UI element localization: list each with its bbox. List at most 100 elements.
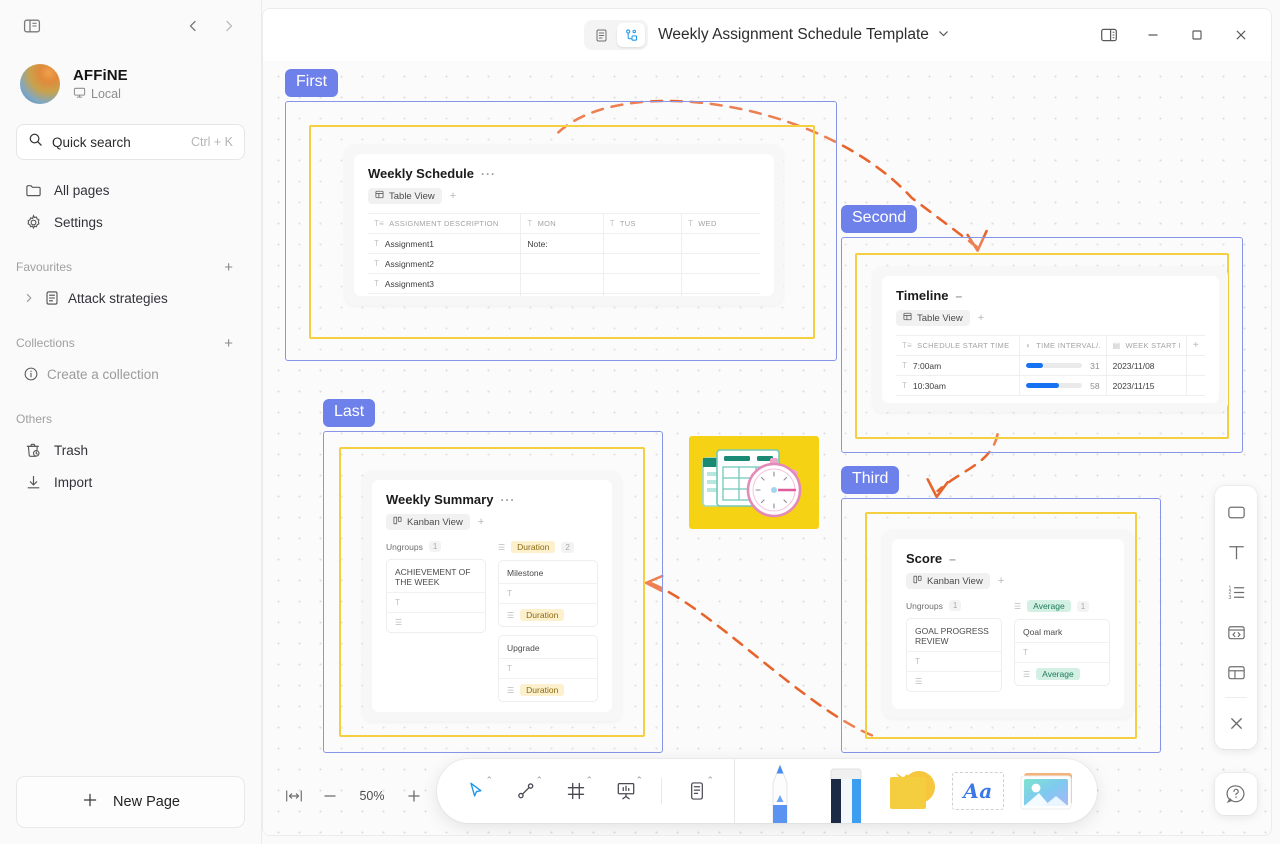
capital-T-icon[interactable]	[1220, 533, 1252, 571]
cell-wed[interactable]	[681, 253, 760, 274]
weekly-schedule-more-icon[interactable]: ···	[481, 168, 496, 180]
chevron-down-icon[interactable]	[937, 27, 950, 43]
column-time-interval[interactable]: ◐ TIME INTERVAL/...	[1019, 335, 1107, 356]
help-button[interactable]	[1215, 773, 1257, 815]
table-row[interactable]: T 10:30am 58 2023/11/15	[896, 375, 1205, 396]
timeline-table-view-tab[interactable]: Table View	[896, 310, 970, 326]
timeline-database[interactable]: Timeline – Table View + T≡ SCHEDULE STAR…	[873, 267, 1228, 412]
kanban-card-text-row[interactable]: T	[499, 583, 597, 603]
kanban-card-text-row[interactable]: T	[499, 658, 597, 678]
kanban-card[interactable]: Upgrade T ☰ Duration	[498, 635, 598, 702]
note-tool-caret[interactable]: ⌃	[706, 775, 714, 786]
cell-mon[interactable]	[520, 293, 604, 296]
table-row[interactable]: T Assignment1 Note:	[368, 233, 760, 254]
cell-tus[interactable]	[603, 253, 683, 274]
zoom-in-button[interactable]	[403, 785, 425, 807]
frame-third[interactable]: Third Score – Kanban View + Ungroups 1 G…	[841, 466, 1161, 753]
kanban-card-tag-row[interactable]: ☰ Average	[1015, 662, 1109, 685]
chevron-right-icon[interactable]	[22, 293, 36, 303]
sidebar-item-attack-strategies[interactable]: Attack strategies	[16, 282, 245, 314]
text-tool[interactable]: Aa	[947, 759, 1009, 823]
timeline-add-view[interactable]: +	[978, 312, 984, 324]
numbered-list-icon[interactable]: 1 2 3	[1220, 573, 1252, 611]
pen-tool[interactable]	[749, 759, 811, 823]
rounded-rect-icon[interactable]	[1220, 493, 1252, 531]
cell-date[interactable]: 2023/11/15	[1106, 375, 1187, 396]
eraser-tool[interactable]	[815, 759, 877, 823]
layout-icon[interactable]	[1220, 653, 1252, 691]
column-week-start-date[interactable]: ▤WEEK START DA...	[1106, 335, 1187, 356]
table-row[interactable]: T 7:00am 31 2023/11/08	[896, 355, 1205, 376]
cell-wed[interactable]	[681, 233, 760, 254]
score-add-view[interactable]: +	[998, 575, 1004, 587]
image-tool[interactable]	[1013, 759, 1081, 823]
cell-wed[interactable]	[681, 273, 760, 294]
kanban-card-tag-row[interactable]: ☰ Duration	[499, 603, 597, 626]
column-schedule-start-time[interactable]: T≡ SCHEDULE START TIME	[896, 335, 1021, 356]
kanban-card-text-row[interactable]: T	[907, 651, 1001, 671]
cell-tus[interactable]	[603, 233, 683, 254]
kanban-card[interactable]: Milestone T ☰ Duration	[498, 560, 598, 627]
cell-progress[interactable]: 31	[1019, 355, 1107, 376]
cell-tus[interactable]	[603, 293, 683, 296]
code-window-icon[interactable]	[1220, 613, 1252, 651]
cell-wed[interactable]	[681, 293, 760, 296]
chevron-right-icon[interactable]	[215, 12, 243, 40]
kanban-card-text-row[interactable]: T	[387, 592, 485, 612]
cell-name[interactable]: TAssignment4	[368, 293, 522, 296]
frame-first-label[interactable]: First	[285, 69, 339, 97]
cell-date[interactable]: 2023/11/08	[1106, 355, 1187, 376]
frame-tool[interactable]: ⌃	[553, 768, 599, 814]
cell-name[interactable]: T Assignment3	[368, 273, 522, 294]
table-row[interactable]: T Assignment2	[368, 253, 760, 274]
kanban-card-tag-row[interactable]: ☰	[907, 671, 1001, 691]
page-mode-icon[interactable]	[587, 23, 615, 47]
add-favourite-button[interactable]: +	[220, 258, 237, 277]
note-tool[interactable]: ⌃	[674, 768, 720, 814]
score-more-icon[interactable]: –	[949, 553, 957, 565]
table-row[interactable]: TAssignment4	[368, 293, 760, 296]
frame-last[interactable]: Last Weekly Summary ··· Kanban View + Un…	[323, 399, 663, 753]
sidebar-item-create-collection[interactable]: Create a collection	[16, 358, 245, 390]
fit-to-screen-icon[interactable]	[283, 785, 305, 807]
select-tool-caret[interactable]: ⌃	[485, 775, 493, 786]
connector-tool-caret[interactable]: ⌃	[535, 775, 543, 786]
frame-last-label[interactable]: Last	[323, 399, 376, 427]
search-input[interactable]: Quick search Ctrl + K	[16, 124, 245, 160]
cell-mon[interactable]: Note:	[520, 233, 604, 254]
cell-mon[interactable]	[520, 273, 604, 294]
sidebar-item-trash[interactable]: Trash	[16, 434, 245, 466]
column-assignment-description[interactable]: T≡ ASSIGNMENT DESCRIPTION	[368, 213, 522, 234]
score-kanban-view-tab[interactable]: Kanban View	[906, 573, 990, 589]
column-mon[interactable]: T MON	[520, 213, 604, 234]
new-page-button[interactable]: New Page	[16, 776, 245, 828]
edgeless-canvas[interactable]: First Weekly Schedule ··· Table View + T…	[263, 61, 1271, 835]
right-sidebar-icon[interactable]	[1089, 18, 1129, 52]
workspace-selector[interactable]: AFFiNE Local	[0, 58, 261, 104]
edgeless-mode-icon[interactable]	[617, 23, 646, 47]
schedule-stopwatch-illustration[interactable]	[689, 436, 819, 529]
cell-time[interactable]: T 10:30am	[896, 375, 1021, 396]
weekly-schedule-database[interactable]: Weekly Schedule ··· Table View + T≡ ASSI…	[345, 145, 783, 305]
connector-tool[interactable]: ⌃	[503, 768, 549, 814]
present-tool-caret[interactable]: ⌃	[635, 775, 643, 786]
kanban-card-tag-row[interactable]: ☰	[387, 612, 485, 632]
timeline-more-icon[interactable]: –	[956, 290, 964, 302]
frame-third-label[interactable]: Third	[841, 466, 900, 494]
timeline-add-column[interactable]: +	[1186, 335, 1205, 356]
select-tool[interactable]: ⌃	[453, 768, 499, 814]
add-collection-button[interactable]: +	[220, 334, 237, 353]
table-row[interactable]: T Assignment3	[368, 273, 760, 294]
zoom-out-button[interactable]	[319, 785, 341, 807]
kanban-card-text-row[interactable]: T	[1015, 642, 1109, 662]
kanban-card[interactable]: GOAL PROGRESS REVIEW T ☰	[906, 618, 1002, 692]
kanban-card[interactable]: Qoal mark T ☰ Average	[1014, 619, 1110, 686]
kanban-card[interactable]: ACHIEVEMENT OF THE WEEK T ☰	[386, 559, 486, 633]
sidebar-toggle-icon[interactable]	[18, 12, 46, 40]
column-tus[interactable]: T TUS	[603, 213, 683, 234]
weekly-schedule-table-view-tab[interactable]: Table View	[368, 188, 442, 204]
frame-second-label[interactable]: Second	[841, 205, 918, 233]
page-title[interactable]: Weekly Assignment Schedule Template	[658, 26, 929, 44]
frame-first[interactable]: First Weekly Schedule ··· Table View + T…	[285, 69, 837, 361]
weekly-summary-database[interactable]: Weekly Summary ··· Kanban View + Ungroup…	[363, 471, 621, 721]
